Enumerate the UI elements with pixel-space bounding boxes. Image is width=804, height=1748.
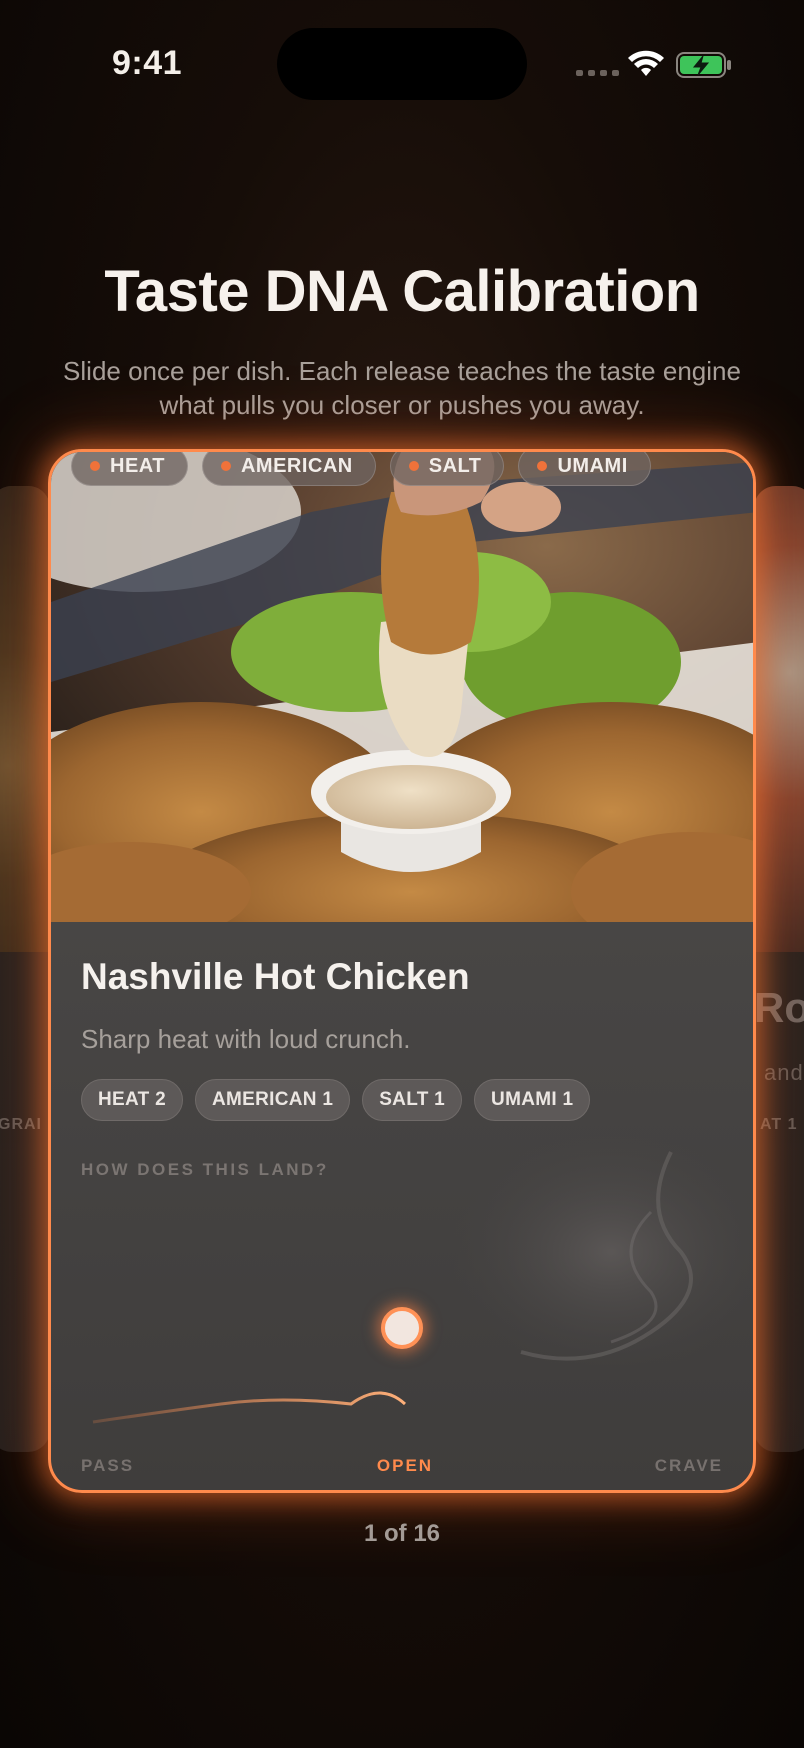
battery-charging-icon	[676, 52, 731, 78]
previous-card-peek[interactable]: GRAI	[0, 486, 50, 1452]
card-counter: 1 of 16	[363, 1520, 441, 1547]
cellular-signal-icon	[576, 70, 619, 76]
next-card-desc: and	[764, 1060, 804, 1085]
scale-crave-label[interactable]: CRAVE	[655, 1456, 723, 1476]
scale-open-label[interactable]: OPEN	[51, 1456, 753, 1476]
previous-card-image	[0, 486, 50, 952]
status-time: 9:41	[112, 44, 183, 82]
page-subtitle: Slide once per dish. Each release teache…	[63, 356, 741, 420]
wifi-icon	[628, 50, 664, 76]
status-bar: 9:41	[0, 0, 804, 130]
slider-thumb[interactable]	[381, 1307, 423, 1349]
next-card-peek[interactable]: Ro and AT 1	[754, 486, 804, 1452]
dish-card[interactable]: HEAT AMERICAN SALT UMAMI Nashville Hot C…	[48, 449, 756, 1493]
next-card-title: Ro	[754, 984, 804, 1031]
page-title: Taste DNA Calibration	[104, 259, 700, 324]
dynamic-island	[277, 28, 527, 100]
next-card-tag: AT 1	[760, 1116, 798, 1133]
next-card-image	[754, 486, 804, 952]
previous-card-tag: GRAI	[0, 1116, 42, 1133]
